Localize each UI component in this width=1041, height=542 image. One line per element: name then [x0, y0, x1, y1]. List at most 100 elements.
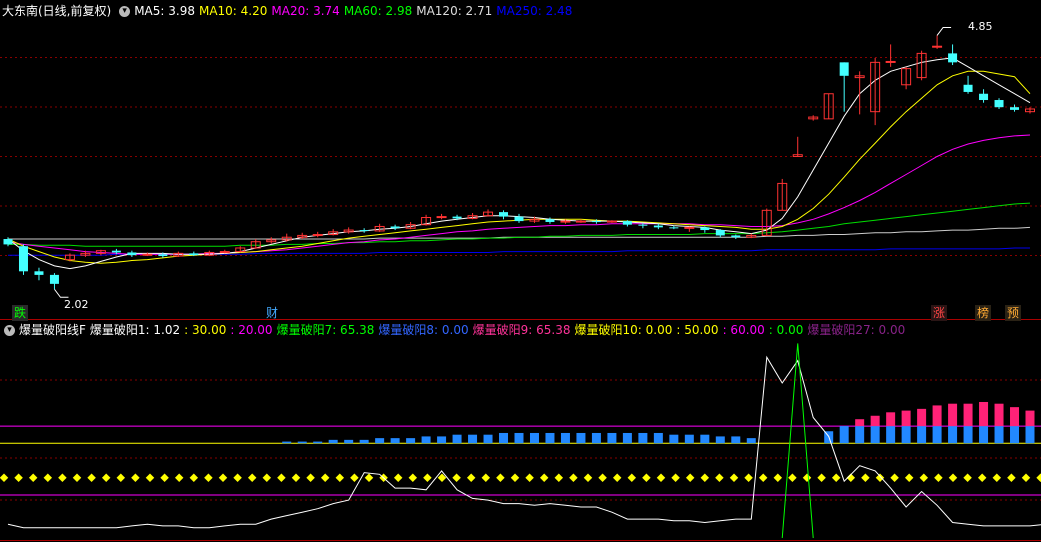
candle-body: [499, 212, 509, 217]
indicator-blue-bar: [406, 438, 416, 444]
candle-body: [3, 239, 13, 245]
event-tag-yu[interactable]: 预: [1005, 305, 1022, 321]
indicator-blue-bar: [452, 434, 462, 444]
indicator-pink-bar: [886, 412, 896, 427]
indicator-dot: [291, 473, 301, 482]
indicator-dot: [642, 473, 651, 482]
indicator-blue-bar: [421, 436, 431, 444]
indicator-dot: [306, 473, 315, 482]
ma60-label: MA60: 2.98: [343, 4, 413, 18]
candle-body: [979, 93, 989, 101]
indicator-dot: [87, 473, 96, 482]
indicator-pink-bar: [1025, 410, 1035, 427]
indicator-blue-bar: [313, 441, 323, 444]
indicator-blue-bar: [638, 432, 648, 444]
indicator-dot: [160, 473, 169, 482]
indicator-dot: [583, 473, 593, 482]
event-tag-zhang[interactable]: 涨: [931, 305, 948, 321]
indicator-value-2: : 30.00: [184, 323, 227, 337]
candle-body: [839, 62, 849, 76]
indicator-dot: [145, 473, 155, 482]
indicator-white-line: [7, 355, 1041, 529]
candle-body: [715, 230, 725, 236]
kline-chart[interactable]: [0, 0, 1041, 542]
indicator-dot: [218, 473, 228, 482]
indicator-blue-bar: [437, 436, 447, 444]
candle-body: [731, 235, 741, 238]
candle-body: [111, 250, 121, 253]
stock-title[interactable]: 大东南(日线,前复权): [2, 4, 111, 18]
candle-body: [575, 220, 586, 223]
indicator-dot: [831, 473, 841, 482]
indicator-dot: [0, 473, 9, 482]
indicator-dot: [116, 473, 126, 482]
indicator-dot: [335, 473, 345, 482]
main-header: 大东南(日线,前复权) ▾ MA5: 3.98 MA10: 4.20 MA20: 3.7…: [0, 2, 576, 20]
indicator-header: ▾ 爆量破阳线F 爆量破阳1: 1.02: 30.00: 20.00 爆量破阳7: 6…: [0, 321, 909, 339]
ma250-label: MA250: 2.48: [496, 4, 573, 18]
indicator-blue-bar: [607, 432, 617, 444]
indicator-name[interactable]: 爆量破阳线F: [19, 323, 86, 337]
indicator-blue-bar: [359, 439, 369, 444]
indicator-pink-bar: [963, 403, 973, 427]
event-tag-cai[interactable]: 财: [264, 305, 280, 321]
candle-body: [312, 234, 323, 237]
ma10-label: MA10: 4.20: [198, 4, 268, 18]
candle-body: [653, 225, 663, 228]
indicator-dot: [58, 473, 67, 482]
indicator-dot: [423, 473, 432, 482]
indicator-dot: [539, 473, 549, 482]
indicator-blue-bar: [622, 432, 632, 444]
collapse-indicator-icon[interactable]: ▾: [4, 325, 15, 336]
indicator-value-8: 爆量破阳8: 0.00: [378, 323, 469, 337]
indicator-blue-bar: [932, 426, 942, 444]
event-tag-bang[interactable]: 榜: [975, 305, 992, 321]
ma10-line: [7, 70, 1031, 264]
event-tag-die[interactable]: 跌: [12, 305, 29, 321]
indicator-dot: [977, 473, 987, 482]
indicator-dot: [715, 473, 724, 482]
low-price-label: 2.02: [64, 298, 89, 311]
indicator-value-3: : 20.00: [230, 323, 273, 337]
indicator-blue-bar: [948, 426, 958, 444]
indicator-dot: [890, 473, 899, 482]
indicator-value-1: 爆量破阳1: 1.02: [89, 323, 181, 337]
candle-body: [638, 224, 648, 226]
indicator-dot: [963, 473, 972, 482]
indicator-dot: [671, 473, 680, 482]
indicator-dot: [525, 473, 534, 482]
indicator-pink-bar: [932, 405, 942, 427]
ma20-line: [7, 134, 1031, 255]
candle-body: [948, 53, 958, 63]
indicator-dot: [1021, 473, 1031, 482]
indicator-dot: [802, 473, 812, 482]
candle-body: [142, 253, 153, 256]
indicator-pink-bar: [948, 403, 958, 427]
indicator-dot: [14, 473, 23, 482]
indicator-dot: [28, 473, 38, 482]
indicator-blue-bar: [1010, 426, 1020, 444]
candle-body: [359, 230, 369, 232]
indicator-dot: [496, 473, 505, 482]
indicator-value-7: 爆量破阳7: 65.38: [276, 323, 375, 337]
indicator-dot: [174, 473, 184, 482]
collapse-icon[interactable]: ▾: [119, 6, 131, 17]
indicator-dot: [408, 473, 418, 482]
indicator-blue-bar: [591, 432, 601, 444]
candle-body: [963, 84, 973, 92]
indicator-dot: [277, 473, 286, 482]
low-marker: [54, 288, 69, 298]
indicator-blue-bar: [576, 432, 586, 444]
indicator-dot: [204, 473, 213, 482]
indicator-blue-bar: [483, 434, 493, 444]
candle-body: [189, 253, 199, 256]
ma60-line: [8, 202, 1031, 247]
indicator-blue-bar: [731, 436, 741, 444]
indicator-dot: [262, 473, 272, 482]
indicator-dot: [919, 473, 929, 482]
candle-body: [514, 216, 524, 222]
indicator-blue-bar: [514, 432, 524, 444]
indicator-blue-bar: [963, 426, 973, 444]
candle-body: [622, 221, 632, 225]
indicator-value-12: : 60.00: [722, 323, 765, 337]
